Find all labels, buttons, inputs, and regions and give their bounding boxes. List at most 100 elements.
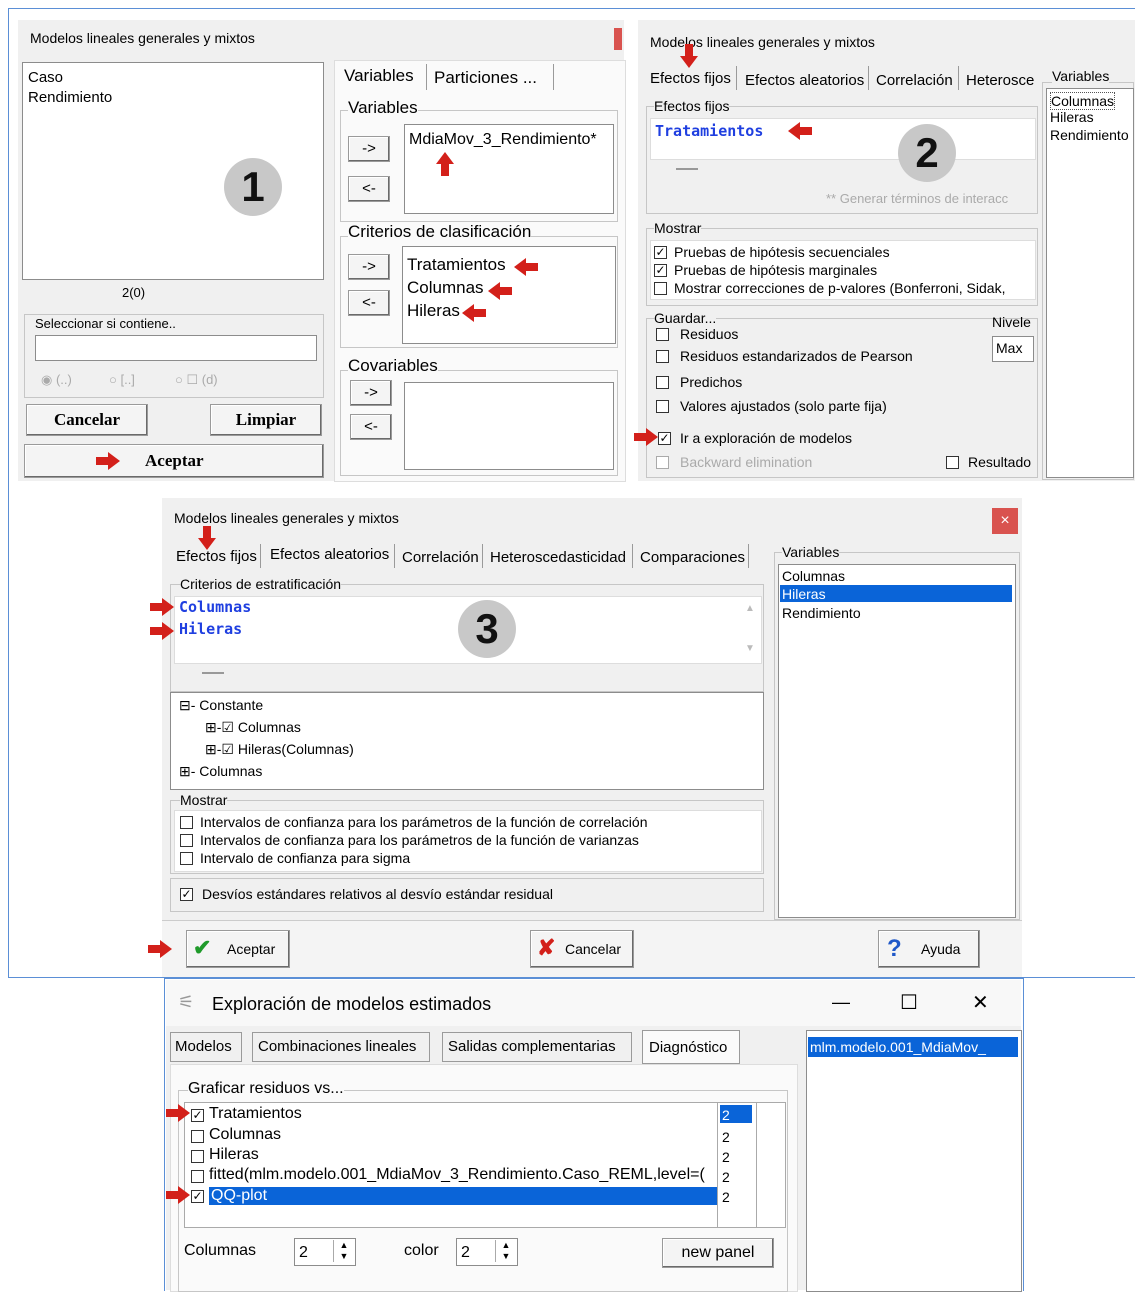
covariates-list[interactable] (404, 382, 614, 470)
list-item[interactable]: Rendimiento (28, 89, 112, 106)
tab-correlation[interactable]: Correlación (402, 549, 479, 566)
clear-button[interactable]: Limpiar (210, 404, 322, 436)
checkbox[interactable]: ✓ (191, 1109, 204, 1122)
radio-option[interactable]: ○ [..] (109, 372, 135, 388)
accept-button[interactable]: Aceptar (24, 444, 324, 478)
side-value[interactable]: 2 (722, 1189, 730, 1205)
list-item[interactable]: Rendimiento (782, 605, 861, 621)
scroll-down-icon[interactable]: ▼ (745, 643, 755, 654)
help-button[interactable]: ? Ayuda (878, 930, 980, 968)
checkbox[interactable] (191, 1130, 204, 1143)
list-item[interactable]: Rendimiento (1050, 127, 1129, 143)
variable-list[interactable]: Caso Rendimiento (22, 62, 324, 280)
tab-correlation[interactable]: Correlación (876, 72, 953, 89)
list-item-selected[interactable]: Hileras (780, 585, 1012, 602)
new-panel-button[interactable]: new panel (662, 1238, 774, 1268)
tab-heteroscedasticity[interactable]: Heteroscedasticidad (490, 549, 626, 566)
side-value[interactable]: 2 (722, 1149, 730, 1165)
maximize-icon[interactable]: ☐ (900, 992, 918, 1015)
radio-option[interactable]: ○ ☐ (d) (175, 372, 218, 388)
side-value-selected[interactable]: 2 (720, 1105, 752, 1123)
cancel-button[interactable]: ✘ Cancelar (530, 930, 634, 968)
remove-criteria-button[interactable]: <- (348, 290, 390, 316)
list-item[interactable]: Columnas (782, 568, 845, 584)
tree-node[interactable]: ⊞-☑ Hileras(Columnas) (205, 741, 354, 757)
list-item[interactable]: Columnas (209, 1126, 281, 1144)
columns-spinner[interactable]: 2 ▲ ▼ (294, 1238, 356, 1266)
checkbox[interactable] (180, 816, 193, 829)
list-item[interactable]: Tratamientos (209, 1105, 302, 1123)
list-item[interactable]: Columnas (1050, 92, 1116, 111)
spinner-icon[interactable]: ▲ ▼ (333, 1240, 354, 1262)
tab-models[interactable]: Modelos (170, 1032, 242, 1062)
checkbox[interactable]: ✓ (191, 1190, 204, 1203)
interaction-button[interactable]: ** Generar términos de interacc (826, 191, 1008, 207)
checkbox[interactable] (180, 834, 193, 847)
checkbox[interactable] (191, 1170, 204, 1183)
list-item[interactable]: Columnas (407, 278, 484, 298)
add-covariate-button[interactable]: -> (350, 380, 392, 406)
list-item[interactable]: Hileras (209, 1146, 259, 1164)
checkbox[interactable]: ✓ (654, 246, 667, 259)
tab-fixed-effects[interactable]: Efectos fijos (650, 70, 731, 87)
random-effects-tree[interactable]: ⊟- Constante ⊞-☑ Columnas ⊞-☑ Hileras(Co… (170, 692, 764, 790)
variables-list[interactable]: Columnas Hileras Rendimiento (1046, 88, 1134, 478)
filter-input[interactable] (35, 335, 317, 361)
checkbox[interactable]: ✓ (658, 432, 671, 445)
checkbox[interactable] (656, 400, 669, 413)
add-criteria-button[interactable]: -> (348, 254, 390, 280)
residuals-list[interactable]: ✓ Tratamientos Columnas Hileras fitted(m… (184, 1102, 786, 1228)
add-variable-button[interactable]: -> (348, 136, 390, 162)
list-item[interactable]: Tratamientos (407, 255, 506, 275)
tab-random-effects[interactable]: Efectos aleatorios (745, 72, 864, 89)
accept-button[interactable]: ✔ Aceptar (186, 930, 290, 968)
list-item[interactable]: Caso (28, 69, 63, 86)
fixed-effects-box[interactable]: Tratamientos (650, 118, 1036, 160)
tab-fixed-effects[interactable]: Efectos fijos (176, 548, 257, 565)
spinner-icon[interactable]: ▲ ▼ (495, 1240, 516, 1262)
cancel-button[interactable]: Cancelar (26, 404, 148, 436)
list-item[interactable]: Hileras (407, 301, 460, 321)
color-spinner[interactable]: 2 ▲ ▼ (456, 1238, 518, 1266)
checkbox[interactable] (654, 282, 667, 295)
variables-list[interactable]: Columnas Hileras Rendimiento (778, 564, 1016, 918)
tab-linear-combinations[interactable]: Combinaciones lineales (252, 1032, 430, 1062)
list-item[interactable]: Hileras (1050, 109, 1094, 125)
strat-item[interactable]: Hileras (179, 620, 242, 638)
scroll-up-icon[interactable]: ▲ (745, 603, 755, 614)
tab-diagnostics[interactable]: Diagnóstico (642, 1030, 740, 1064)
tab-comparisons[interactable]: Comparaciones (640, 549, 745, 566)
fixed-effect-item[interactable]: Tratamientos (655, 122, 763, 140)
checkbox[interactable] (656, 376, 669, 389)
radio-option[interactable]: ◉ (..) (41, 372, 72, 388)
tree-node[interactable]: ⊞-☑ Columnas (205, 719, 301, 735)
checkbox[interactable] (191, 1150, 204, 1163)
level-input[interactable]: Max (992, 336, 1034, 362)
dependent-variable[interactable]: MdiaMov_3_Rendimiento* (409, 131, 597, 149)
close-icon[interactable]: ✕ (972, 992, 989, 1015)
tree-node[interactable]: ⊞- Columnas (179, 763, 262, 779)
checkbox[interactable] (180, 852, 193, 865)
tab-random-effects[interactable]: Efectos aleatorios (270, 546, 389, 563)
side-value[interactable]: 2 (722, 1129, 730, 1145)
checkbox[interactable] (656, 328, 669, 341)
tab-variables[interactable]: Variables (344, 66, 414, 86)
models-list[interactable]: mlm.modelo.001_MdiaMov_ (806, 1030, 1022, 1292)
remove-covariate-button[interactable]: <- (350, 414, 392, 440)
minimize-icon[interactable]: — (832, 992, 850, 1013)
list-item-selected[interactable]: mlm.modelo.001_MdiaMov_ (808, 1037, 1018, 1057)
list-item[interactable]: fitted(mlm.modelo.001_MdiaMov_3_Rendimie… (209, 1166, 713, 1184)
close-button[interactable]: × (992, 508, 1018, 534)
tab-partitions[interactable]: Particiones ... (434, 68, 537, 88)
tab-heteroscedasticity[interactable]: Heterosce (966, 72, 1034, 89)
remove-variable-button[interactable]: <- (348, 176, 390, 202)
tree-node[interactable]: ⊟- Constante (179, 697, 263, 713)
checkbox[interactable]: ✓ (180, 888, 193, 901)
strat-item[interactable]: Columnas (179, 598, 251, 616)
list-item-selected[interactable]: QQ-plot (209, 1187, 717, 1205)
checkbox[interactable]: ✓ (654, 264, 667, 277)
side-value[interactable]: 2 (722, 1169, 730, 1185)
tab-complementary-outputs[interactable]: Salidas complementarias (442, 1032, 632, 1062)
checkbox[interactable] (656, 350, 669, 363)
checkbox[interactable] (656, 456, 669, 469)
